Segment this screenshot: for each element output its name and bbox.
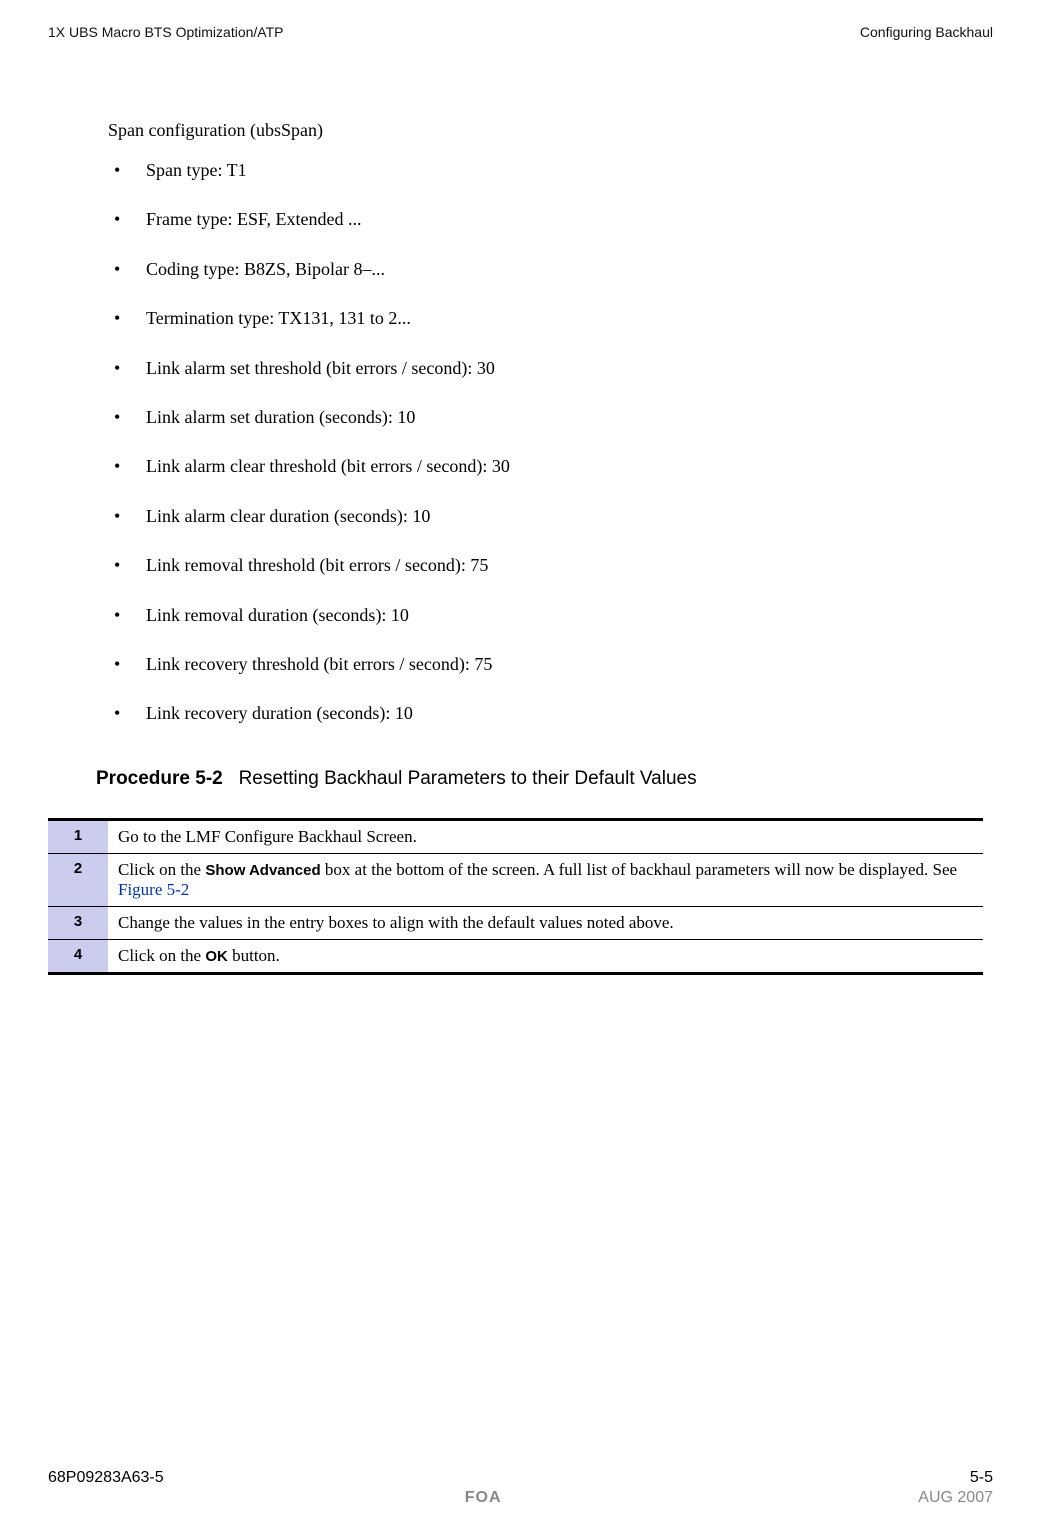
step-number: 1 [48, 819, 108, 853]
span-param-item: Link alarm clear threshold (bit errors /… [108, 455, 983, 478]
footer-date: AUG 2007 [918, 1489, 993, 1507]
step-description: Click on the Show Advanced box at the bo… [108, 853, 983, 906]
procedure-number: Procedure 5-2 [96, 768, 223, 789]
span-param-item: Link alarm clear duration (seconds): 10 [108, 505, 983, 528]
step-number: 2 [48, 853, 108, 906]
page-number: 5-5 [970, 1469, 993, 1487]
step-description: Change the values in the entry boxes to … [108, 906, 983, 939]
step-number: 3 [48, 906, 108, 939]
step-description: Click on the OK button. [108, 939, 983, 973]
span-param-item: Frame type: ESF, Extended ... [108, 208, 983, 231]
page-footer: 68P09283A63-5 5-5 FOA AUG 2007 [48, 1469, 993, 1507]
table-row: 4 Click on the OK button. [48, 939, 983, 973]
header-right: Configuring Backhaul [860, 24, 993, 40]
figure-link[interactable]: Figure 5-2 [118, 880, 189, 899]
doc-number: 68P09283A63-5 [48, 1469, 164, 1487]
step-number: 4 [48, 939, 108, 973]
header-left: 1X UBS Macro BTS Optimization/ATP [48, 24, 283, 40]
span-config-list: Span type: T1 Frame type: ESF, Extended … [108, 159, 983, 726]
step-description: Go to the LMF Configure Backhaul Screen. [108, 819, 983, 853]
procedure-table: 1 Go to the LMF Configure Backhaul Scree… [48, 818, 983, 975]
span-param-item: Link removal duration (seconds): 10 [108, 604, 983, 627]
table-row: 1 Go to the LMF Configure Backhaul Scree… [48, 819, 983, 853]
span-param-item: Link removal threshold (bit errors / sec… [108, 554, 983, 577]
table-row: 2 Click on the Show Advanced box at the … [48, 853, 983, 906]
span-param-item: Termination type: TX131, 131 to 2... [108, 307, 983, 330]
span-param-item: Span type: T1 [108, 159, 983, 182]
procedure-title: Resetting Backhaul Parameters to their D… [239, 768, 697, 789]
span-param-item: Link alarm set duration (seconds): 10 [108, 406, 983, 429]
span-param-item: Link recovery threshold (bit errors / se… [108, 653, 983, 676]
span-param-item: Coding type: B8ZS, Bipolar 8–... [108, 258, 983, 281]
span-param-item: Link alarm set threshold (bit errors / s… [108, 357, 983, 380]
span-param-item: Link recovery duration (seconds): 10 [108, 702, 983, 725]
foa-label: FOA [465, 1489, 502, 1507]
page-header: 1X UBS Macro BTS Optimization/ATP Config… [48, 24, 993, 40]
table-row: 3 Change the values in the entry boxes t… [48, 906, 983, 939]
span-config-title: Span configuration (ubsSpan) [108, 120, 983, 141]
procedure-heading: Procedure 5-2 Resetting Backhaul Paramet… [96, 768, 983, 790]
